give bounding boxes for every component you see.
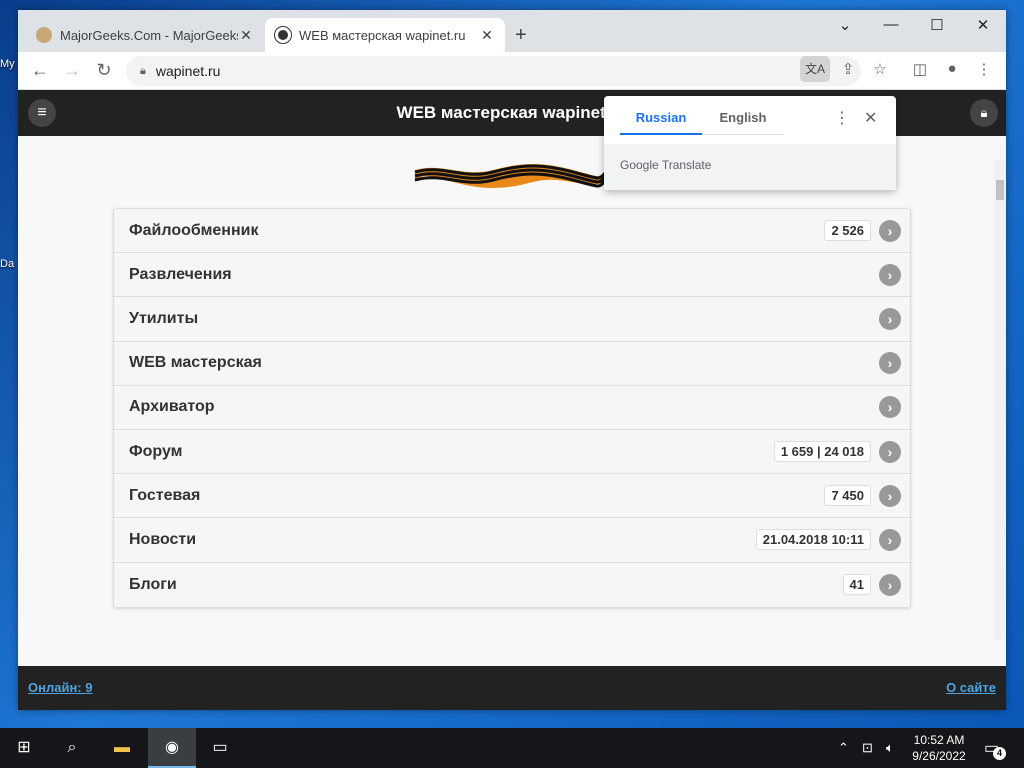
volume-icon[interactable]: 🔈︎ [886, 728, 894, 768]
clock-date: 9/26/2022 [912, 749, 966, 763]
file-explorer-icon[interactable]: ▬ [98, 728, 146, 768]
maximize-button[interactable]: ☐ [922, 16, 952, 34]
main-menu-list: Файлообменник 2 526 › Развлечения › Утил… [113, 208, 911, 608]
windows-start-icon[interactable]: ⊞ [0, 728, 48, 768]
translate-icon[interactable]: 文A [800, 56, 830, 82]
taskbar: ⊞ ⌕ ▬ ◉ ▭ ⌃ ⊡ 🔈︎ 10:52 AM 9/26/2022 ▭ 4 [0, 728, 1024, 768]
online-users-link[interactable]: Онлайн: 9 [28, 680, 92, 695]
translate-language-tabs: Russian English [620, 110, 784, 135]
side-panel-icon[interactable]: ◫ [908, 60, 932, 78]
menu-item-count: 1 659 | 24 018 [773, 441, 871, 463]
login-lock-icon[interactable]: 🔒︎ [970, 99, 998, 127]
chevron-right-icon: › [879, 528, 901, 551]
page-scrollbar[interactable] [994, 160, 1006, 640]
tab-source-language[interactable]: Russian [620, 110, 702, 135]
translate-popup: Russian English ⋮ ✕ Google Translate [604, 96, 896, 190]
close-window-button[interactable]: ✕ [968, 16, 998, 34]
chrome-taskbar-icon[interactable]: ◉ [148, 728, 196, 768]
chevron-right-icon: › [879, 396, 901, 419]
menu-item-entertainment[interactable]: Развлечения › [114, 253, 910, 298]
chevron-right-icon: › [879, 263, 901, 286]
minimize-button[interactable]: — [876, 16, 906, 33]
menu-item-label: Блоги [129, 575, 177, 593]
search-icon[interactable]: ⌕ [48, 728, 96, 768]
menu-item-count: 21.04.2018 10:11 [755, 529, 871, 551]
chevron-right-icon: › [879, 352, 901, 375]
reload-icon[interactable]: ↻ [92, 60, 116, 81]
desktop-icon-label[interactable]: Da [0, 258, 14, 270]
menu-item-news[interactable]: Новости 21.04.2018 10:11 › [114, 518, 910, 563]
menu-item-label: Файлообменник [129, 221, 259, 239]
notification-count-badge: 4 [993, 747, 1006, 760]
browser-window: MajorGeeks.Com - MajorGeeks ✕ WEB мастер… [18, 10, 1006, 710]
address-bar[interactable]: 🔒︎ wapinet.ru [126, 56, 861, 86]
forward-arrow-icon[interactable]: → [60, 60, 84, 81]
menu-item-blogs[interactable]: Блоги 41 › [114, 563, 910, 607]
tab-title: MajorGeeks.Com - MajorGeeks [60, 27, 238, 43]
new-tab-button[interactable]: + [515, 24, 527, 47]
menu-item-label: WEB мастерская [129, 354, 262, 372]
chevron-right-icon: › [879, 484, 901, 507]
browser-toolbar: ← → ↻ 🔒︎ wapinet.ru 文A ⇪ ☆ ◫ ● ⋮ [18, 52, 1006, 90]
close-icon[interactable]: ✕ [864, 108, 877, 128]
wapinet-favicon-icon [275, 27, 291, 43]
chevron-right-icon: › [879, 219, 901, 242]
desktop-icon-label[interactable]: My [0, 58, 15, 70]
st-george-ribbon-icon [413, 156, 608, 188]
menu-item-utilities[interactable]: Утилиты › [114, 297, 910, 342]
tab-search-button[interactable]: ⌄ [830, 16, 860, 34]
menu-item-forum[interactable]: Форум 1 659 | 24 018 › [114, 430, 910, 475]
menu-item-archiver[interactable]: Архиватор › [114, 386, 910, 430]
back-arrow-icon[interactable]: ← [28, 60, 52, 81]
google-translate-brand: Google Translate [604, 144, 896, 190]
tab-strip: MajorGeeks.Com - MajorGeeks ✕ WEB мастер… [18, 10, 1006, 52]
menu-item-label: Новости [129, 530, 197, 548]
tab-target-language[interactable]: English [702, 110, 784, 135]
chevron-right-icon: › [879, 307, 901, 330]
profile-avatar-icon[interactable]: ● [940, 60, 964, 77]
menu-item-count: 2 526 [824, 220, 871, 242]
terminal-taskbar-icon[interactable]: ▭ [196, 728, 244, 768]
system-clock[interactable]: 10:52 AM 9/26/2022 [908, 732, 970, 764]
chrome-menu-icon[interactable]: ⋮ [972, 60, 996, 78]
about-site-link[interactable]: О сайте [946, 680, 996, 695]
clock-time: 10:52 AM [913, 733, 965, 747]
menu-item-label: Развлечения [129, 265, 232, 283]
tab-wapinet[interactable]: WEB мастерская wapinet.ru ✕ [265, 18, 505, 52]
menu-item-guestbook[interactable]: Гостевая 7 450 › [114, 474, 910, 519]
menu-item-count: 7 450 [824, 485, 871, 507]
close-tab-icon[interactable]: ✕ [479, 27, 495, 44]
menu-item-file-exchange[interactable]: Файлообменник 2 526 › [114, 209, 910, 254]
bookmark-star-icon[interactable]: ☆ [868, 60, 892, 78]
share-icon[interactable]: ⇪ [836, 60, 860, 78]
menu-item-web-workshop[interactable]: WEB мастерская › [114, 342, 910, 386]
menu-item-label: Утилиты [129, 309, 199, 327]
menu-item-label: Форум [129, 442, 183, 460]
address-url[interactable]: wapinet.ru [156, 63, 221, 79]
menu-item-label: Гостевая [129, 486, 201, 504]
notifications-icon[interactable]: ▭ 4 [984, 738, 1006, 760]
majorgeeks-favicon-icon [36, 27, 52, 43]
show-hidden-icons-icon[interactable]: ⌃ [838, 728, 849, 768]
tab-majorgeeks[interactable]: MajorGeeks.Com - MajorGeeks ✕ [26, 18, 264, 52]
menu-item-count: 41 [842, 574, 871, 596]
menu-item-label: Архиватор [129, 398, 215, 416]
chevron-right-icon: › [879, 440, 901, 463]
more-options-icon[interactable]: ⋮ [834, 108, 850, 128]
scrollbar-thumb[interactable] [996, 180, 1004, 200]
site-footer: Онлайн: 9 О сайте [18, 666, 1006, 710]
tab-title: WEB мастерская wapinet.ru [299, 27, 466, 43]
chevron-right-icon: › [879, 573, 901, 596]
lock-icon[interactable]: 🔒︎ [140, 65, 146, 78]
close-tab-icon[interactable]: ✕ [238, 27, 254, 44]
network-icon[interactable]: ⊡ [862, 728, 873, 768]
